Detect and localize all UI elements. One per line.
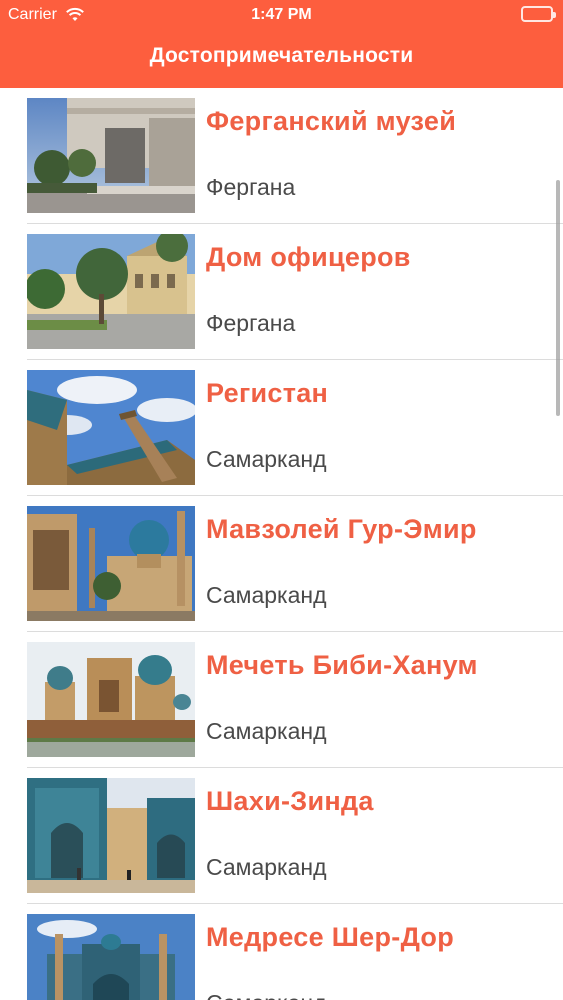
scroll-indicator[interactable] (556, 180, 560, 416)
page-title: Достопримечательности (149, 44, 414, 67)
place-title: Дом офицеров (206, 242, 411, 272)
place-thumbnail (27, 506, 195, 621)
list-item[interactable]: Медресе Шер-Дор Самарканд (0, 904, 563, 1000)
places-list[interactable]: Ферганский музей Фергана Дом офицеров Фе… (0, 88, 563, 1000)
place-thumbnail (27, 642, 195, 757)
place-city: Фергана (206, 174, 296, 200)
battery-icon (521, 6, 556, 22)
list-item[interactable]: Ферганский музей Фергана (0, 88, 563, 224)
place-city: Самарканд (206, 990, 327, 1000)
list-item[interactable]: Мавзолей Гур-Эмир Самарканд (0, 496, 563, 632)
place-city: Самарканд (206, 854, 327, 880)
place-title: Мавзолей Гур-Эмир (206, 514, 477, 544)
list-item[interactable]: Дом офицеров Фергана (0, 224, 563, 360)
status-bar: Carrier 1:47 PM (0, 0, 563, 30)
place-title: Регистан (206, 378, 329, 408)
place-thumbnail (27, 914, 195, 1000)
status-time: 1:47 PM (251, 6, 312, 23)
place-title: Мечеть Биби-Ханум (206, 650, 478, 680)
place-title: Ферганский музей (206, 106, 457, 136)
place-city: Самарканд (206, 582, 327, 608)
place-thumbnail (27, 234, 195, 349)
place-thumbnail (27, 778, 195, 893)
place-city: Фергана (206, 310, 296, 336)
list-item[interactable]: Мечеть Биби-Ханум Самарканд (0, 632, 563, 768)
place-thumbnail (27, 370, 195, 485)
place-title: Шахи-Зинда (206, 786, 374, 816)
list-item[interactable]: Регистан Самарканд (0, 360, 563, 496)
navigation-header: Carrier 1:47 PM Достопримечательности (0, 0, 563, 88)
list-item[interactable]: Шахи-Зинда Самарканд (0, 768, 563, 904)
place-city: Самарканд (206, 446, 327, 472)
place-city: Самарканд (206, 718, 327, 744)
place-thumbnail (27, 98, 195, 213)
place-title: Медресе Шер-Дор (206, 922, 455, 952)
